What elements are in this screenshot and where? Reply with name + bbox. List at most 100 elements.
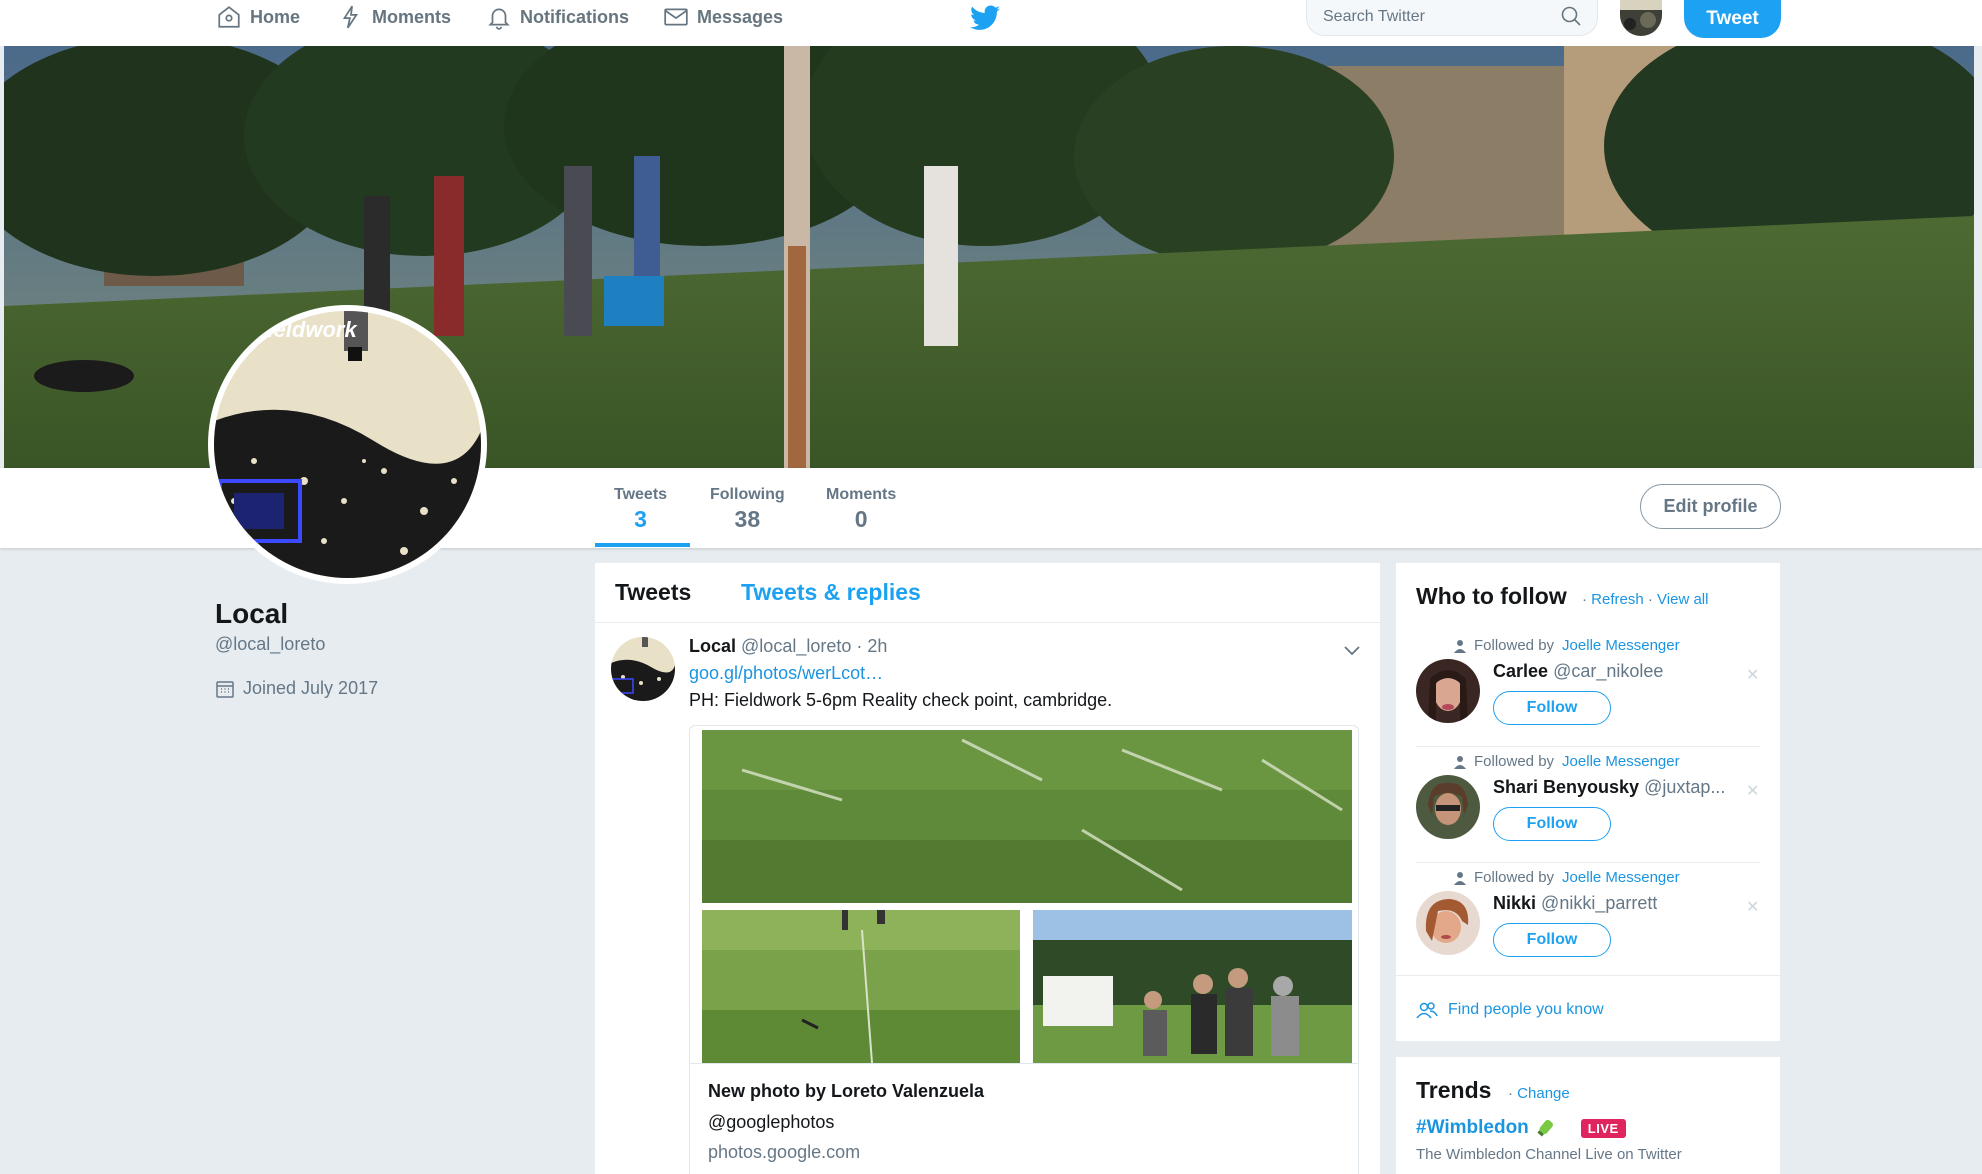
profile-handle: @local_loreto bbox=[215, 634, 326, 654]
suggestion-item: Followed by Joelle Messenger Carlee @car… bbox=[1396, 631, 1780, 747]
nav-notifications[interactable]: Notifications bbox=[486, 0, 629, 34]
timeline-tabs: Tweets Tweets & replies bbox=[595, 563, 1380, 623]
stat-following[interactable]: Following 38 bbox=[710, 486, 785, 533]
tweet-button[interactable]: Tweet bbox=[1684, 0, 1781, 38]
profile-avatar[interactable]: Fieldwork bbox=[208, 305, 487, 584]
who-to-follow-title: Who to follow bbox=[1416, 583, 1567, 609]
search-input[interactable] bbox=[1323, 6, 1553, 28]
suggestion-item: Followed by Joelle Messenger Shari Benyo… bbox=[1396, 747, 1780, 863]
tweet-author-handle[interactable]: @local_loreto bbox=[741, 636, 851, 656]
person-icon bbox=[1454, 755, 1466, 769]
person-icon bbox=[1454, 871, 1466, 885]
card-photo-field bbox=[702, 910, 1020, 1063]
followed-by-name[interactable]: Joelle Messenger bbox=[1562, 869, 1680, 886]
dismiss-icon[interactable]: ✕ bbox=[1746, 897, 1759, 917]
calendar-icon bbox=[216, 680, 234, 698]
card-photo-grass bbox=[702, 730, 1352, 903]
nav-messages-label: Messages bbox=[697, 6, 784, 27]
suggestion-item: Followed by Joelle Messenger Nikki @nikk… bbox=[1396, 863, 1780, 979]
who-to-follow-links: · Refresh · View all bbox=[1582, 591, 1709, 608]
active-tab-underline bbox=[595, 543, 690, 547]
stat-moments-label: Moments bbox=[826, 486, 897, 503]
suggestion-avatar[interactable] bbox=[1416, 775, 1480, 839]
trends-module: Trends · Change #Wimbledon LIVE The Wimb… bbox=[1396, 1057, 1780, 1174]
nav-home-label: Home bbox=[250, 6, 301, 27]
edit-profile-button[interactable]: Edit profile bbox=[1640, 484, 1781, 529]
divider bbox=[1396, 975, 1780, 976]
link-preview-card[interactable]: New photo by Loreto Valenzuela @googleph… bbox=[689, 725, 1359, 1174]
top-navigation-bar: Home Moments Notifications Messages Twee… bbox=[0, 0, 1982, 46]
nav-home[interactable]: Home bbox=[216, 0, 300, 34]
trend-hashtag: #Wimbledon bbox=[1416, 1117, 1529, 1138]
search-icon[interactable] bbox=[1559, 4, 1583, 28]
tweet-timestamp[interactable]: · 2h bbox=[856, 636, 887, 656]
people-icon bbox=[1416, 1002, 1438, 1019]
nav-moments[interactable]: Moments bbox=[338, 0, 451, 34]
nav-moments-label: Moments bbox=[372, 6, 452, 27]
tweet-header: Local @local_loreto · 2h bbox=[689, 636, 887, 657]
who-to-follow-module: Who to follow · Refresh · View all Follo… bbox=[1396, 563, 1780, 1041]
profile-joined: Joined July 2017 bbox=[215, 678, 378, 699]
stat-following-value: 38 bbox=[734, 506, 761, 532]
follow-button[interactable]: Follow bbox=[1493, 807, 1611, 841]
live-badge: LIVE bbox=[1580, 1118, 1626, 1138]
stat-tweets-label: Tweets bbox=[614, 486, 668, 503]
card-photo-people bbox=[1033, 910, 1352, 1063]
tweet-author-name[interactable]: Local bbox=[689, 636, 736, 656]
stat-moments-value: 0 bbox=[854, 506, 868, 532]
refresh-link[interactable]: Refresh bbox=[1591, 591, 1644, 608]
followed-by-name[interactable]: Joelle Messenger bbox=[1562, 637, 1680, 654]
suggestion-name-line[interactable]: Nikki @nikki_parrett bbox=[1493, 893, 1657, 914]
nav-messages[interactable]: Messages bbox=[663, 0, 783, 34]
stat-tweets[interactable]: Tweets 3 bbox=[614, 486, 667, 533]
bell-icon bbox=[488, 8, 510, 30]
profile-name: Local bbox=[215, 598, 289, 629]
suggestion-name-line[interactable]: Carlee @car_nikolee bbox=[1493, 661, 1663, 682]
suggestion-avatar[interactable] bbox=[1416, 891, 1480, 955]
followed-by: Followed by Joelle Messenger bbox=[1454, 753, 1680, 770]
tweet-text: PH: Fieldwork 5-6pm Reality check point,… bbox=[689, 690, 1113, 710]
dismiss-icon[interactable]: ✕ bbox=[1746, 781, 1759, 801]
followed-by-prefix: Followed by bbox=[1474, 637, 1555, 654]
stat-moments[interactable]: Moments 0 bbox=[826, 486, 896, 533]
tab-tweets[interactable]: Tweets bbox=[615, 579, 691, 606]
person-icon bbox=[1454, 639, 1466, 653]
trend-item[interactable]: #Wimbledon LIVE bbox=[1416, 1117, 1626, 1139]
twitter-bird-logo[interactable] bbox=[970, 4, 1000, 32]
home-icon bbox=[218, 6, 240, 28]
trends-change-link[interactable]: · Change bbox=[1508, 1085, 1570, 1102]
follow-button[interactable]: Follow bbox=[1493, 923, 1611, 957]
suggestion-name-line[interactable]: Shari Benyousky @juxtap... bbox=[1493, 777, 1725, 798]
tennis-racket-icon bbox=[1537, 1119, 1553, 1137]
find-people-link[interactable]: Find people you know bbox=[1416, 1001, 1604, 1019]
view-all-link[interactable]: View all bbox=[1657, 591, 1708, 608]
suggestion-name: Carlee bbox=[1493, 661, 1549, 681]
search-box bbox=[1306, 0, 1598, 36]
card-subtitle: @googlephotos bbox=[708, 1112, 835, 1132]
suggestion-avatar[interactable] bbox=[1416, 659, 1480, 723]
followed-by: Followed by Joelle Messenger bbox=[1454, 869, 1680, 886]
account-avatar[interactable] bbox=[1620, 0, 1662, 36]
find-people-label: Find people you know bbox=[1448, 1001, 1604, 1018]
follow-button[interactable]: Follow bbox=[1493, 691, 1611, 725]
card-url: photos.google.com bbox=[708, 1142, 861, 1162]
suggestion-name: Shari Benyousky bbox=[1493, 777, 1640, 797]
tweet-author-avatar[interactable] bbox=[611, 637, 675, 701]
envelope-icon bbox=[664, 8, 688, 26]
profile-joined-text: Joined July 2017 bbox=[243, 678, 379, 698]
chevron-down-icon[interactable] bbox=[1341, 639, 1363, 661]
followed-by-name[interactable]: Joelle Messenger bbox=[1562, 753, 1680, 770]
timeline: Tweets Tweets & replies Local @local_lor… bbox=[595, 563, 1380, 1174]
stat-following-label: Following bbox=[710, 486, 785, 503]
card-title: New photo by Loreto Valenzuela bbox=[708, 1081, 985, 1101]
dismiss-icon[interactable]: ✕ bbox=[1746, 665, 1759, 685]
tweet-link[interactable]: goo.gl/photos/werLcot… bbox=[689, 663, 883, 684]
nav-notifications-label: Notifications bbox=[520, 6, 630, 27]
followed-by-prefix: Followed by bbox=[1474, 869, 1555, 886]
stat-tweets-value: 3 bbox=[634, 506, 647, 532]
tab-tweets-and-replies[interactable]: Tweets & replies bbox=[741, 579, 921, 606]
trends-change-label: Change bbox=[1517, 1085, 1570, 1102]
trend-description: The Wimbledon Channel Live on Twitter bbox=[1416, 1146, 1682, 1163]
card-divider bbox=[690, 1063, 1358, 1064]
trends-title: Trends bbox=[1416, 1077, 1492, 1103]
